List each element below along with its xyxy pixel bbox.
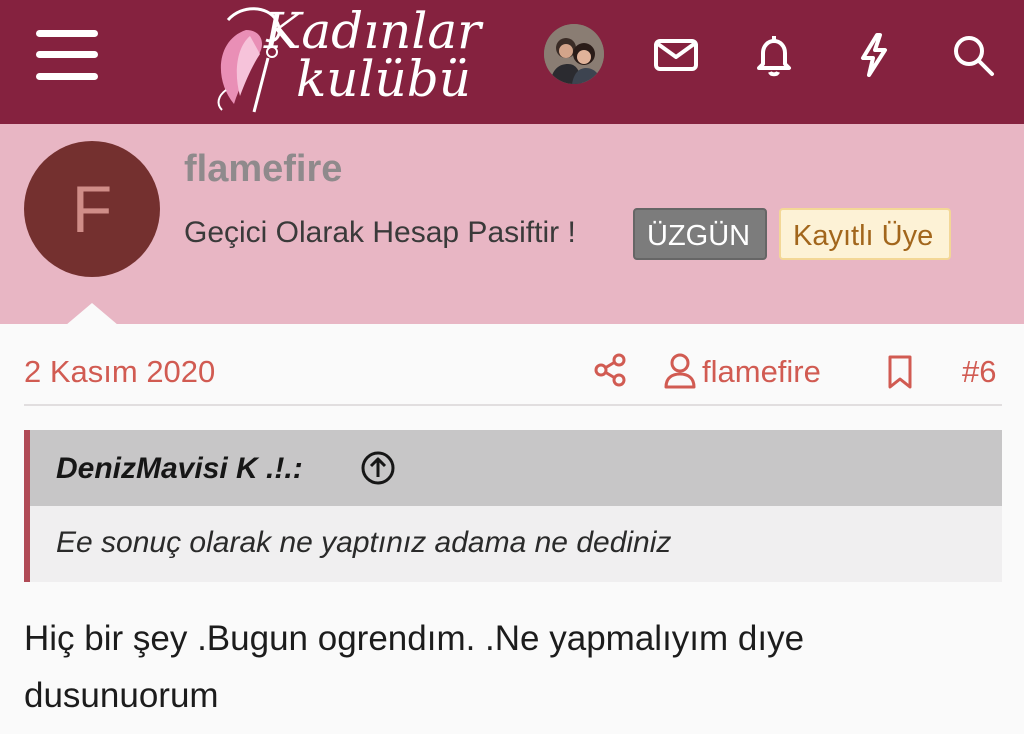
quote-author[interactable]: DenizMavisi K .!.: xyxy=(56,452,303,486)
logo-text-line2: kulübü xyxy=(296,50,471,108)
quote-block: DenizMavisi K .!.: Ee sonuç olarak ne ya… xyxy=(24,430,1002,582)
mood-badge: ÜZGÜN xyxy=(633,208,767,260)
share-icon[interactable] xyxy=(592,352,628,388)
mail-icon[interactable] xyxy=(653,32,699,78)
meta-divider xyxy=(24,404,1002,406)
avatar-photo xyxy=(544,24,604,84)
post-body-text: Hiç bir şey .Bugun ogrendım. .Ne yapmalı… xyxy=(24,619,805,715)
user-avatar[interactable] xyxy=(544,24,604,84)
search-icon[interactable] xyxy=(950,32,996,78)
menu-icon[interactable] xyxy=(36,30,98,80)
quote-text: Ee sonuç olarak ne yaptınız adama ne ded… xyxy=(56,526,672,559)
author-avatar[interactable]: F xyxy=(24,141,160,277)
bell-icon[interactable] xyxy=(751,32,797,78)
post-date[interactable]: 2 Kasım 2020 xyxy=(24,354,215,390)
post-meta-bar: 2 Kasım 2020 flamefire #6 xyxy=(0,346,1024,398)
quote-header: DenizMavisi K .!.: xyxy=(30,430,1002,506)
post-author-panel: F flamefire Geçici Olarak Hesap Pasiftir… xyxy=(0,124,1024,325)
post-number-link[interactable]: #6 xyxy=(962,354,996,390)
author-username[interactable]: flamefire xyxy=(184,148,342,191)
logo-text-line1: Kadınlar xyxy=(264,2,482,60)
site-logo[interactable]: Kadınlar kulübü xyxy=(206,0,486,118)
author-user-title: Geçici Olarak Hesap Pasiftir ! xyxy=(184,216,576,249)
go-to-quote-icon[interactable] xyxy=(360,450,396,486)
user-icon[interactable] xyxy=(662,352,698,390)
top-bar: Kadınlar kulübü xyxy=(0,0,1024,124)
lightning-icon[interactable] xyxy=(851,32,897,78)
bookmark-icon[interactable] xyxy=(884,354,916,390)
post-author-link[interactable]: flamefire xyxy=(702,354,821,390)
role-badge: Kayıtlı Üye xyxy=(779,208,951,260)
